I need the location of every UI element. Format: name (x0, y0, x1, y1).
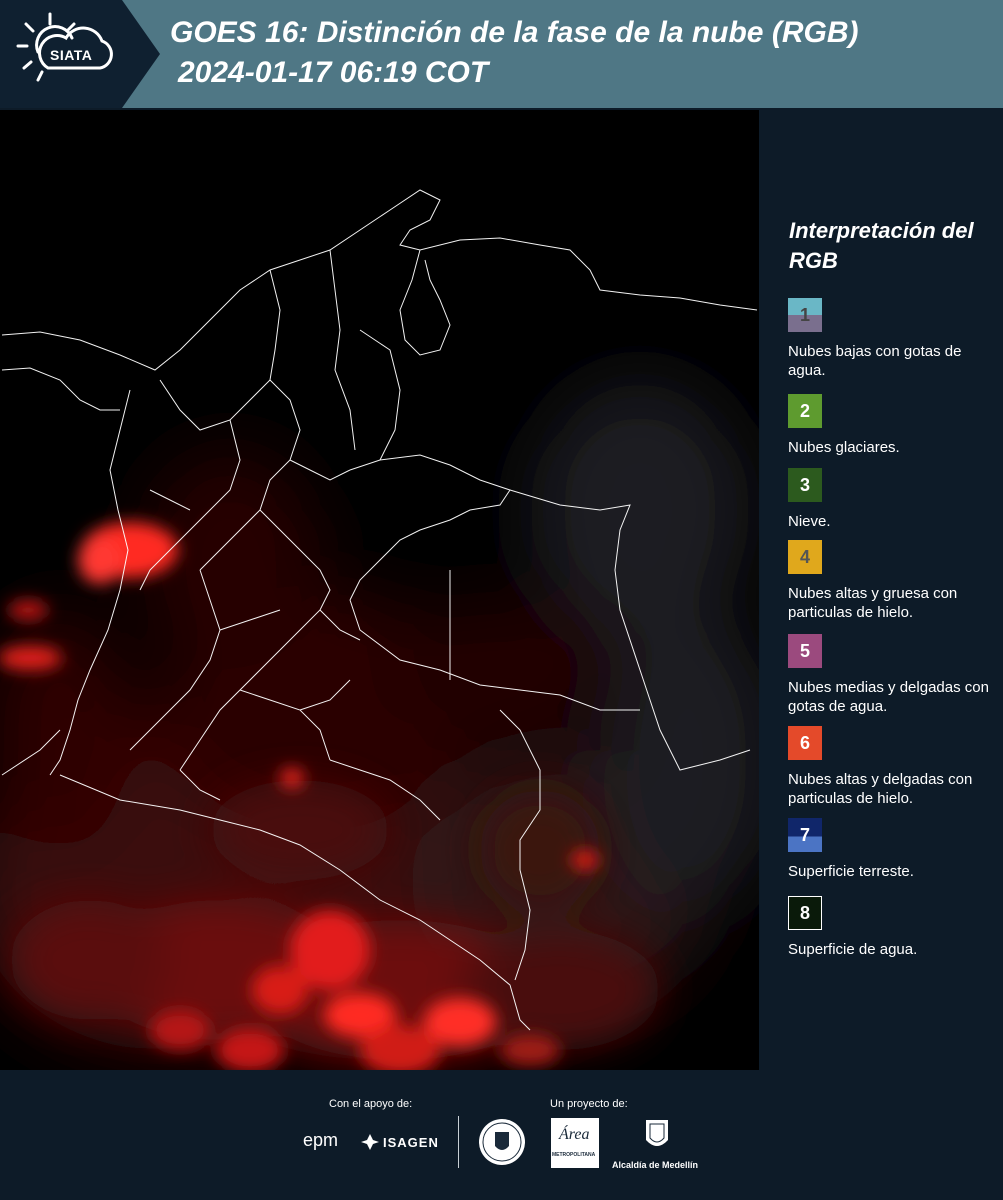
legend-swatch-5: 5 (788, 634, 822, 668)
project-label: Un proyecto de: (550, 1098, 628, 1110)
isagen-logo: ISAGEN (360, 1132, 439, 1152)
legend-swatch-8: 8 (788, 896, 822, 930)
legend-title: Interpretación del RGB (789, 218, 974, 273)
area-logo-text: Área (559, 1126, 590, 1143)
area-logo-subtext: METROPOLITANA (552, 1152, 596, 1158)
legend-number-1: 1 (799, 304, 810, 325)
footer-divider (458, 1116, 459, 1168)
legend-number-3: 3 (799, 474, 810, 495)
legend-item-7: 7 Superficie terreste. (788, 818, 998, 881)
legend-panel: Interpretación del RGB 1 Nubes bajas con… (762, 110, 1003, 1070)
page-timestamp: 2024-01-17 06:19 COT (178, 56, 489, 89)
area-metropolitana-logo: Área METROPOLITANA (551, 1118, 599, 1168)
legend-swatch-4: 4 (788, 540, 822, 574)
legend-label-1: Nubes bajas con gotas de agua. (788, 343, 962, 379)
legend-number-5: 5 (799, 640, 810, 661)
legend-label-3: Nieve. (788, 513, 831, 530)
epm-logo-text: epm (303, 1130, 339, 1150)
legend-number-2: 2 (799, 400, 810, 421)
legend-number-8: 8 (799, 902, 810, 923)
seal-logo (479, 1119, 525, 1165)
legend-number-4: 4 (799, 546, 810, 567)
epm-logo: epm (303, 1130, 338, 1151)
legend-item-2: 2 Nubes glaciares. (788, 394, 998, 457)
legend-item-6: 6 Nubes altas y delgadas con particulas … (788, 726, 998, 808)
legend-number-7: 7 (799, 824, 810, 845)
legend-label-8: Superficie de agua. (788, 941, 918, 958)
legend-swatch-2: 2 (788, 394, 822, 428)
header-bar: SIATA GOES 16: Distinción de la fase de … (0, 0, 1003, 108)
legend-swatch-1: 1 (788, 298, 822, 332)
isagen-logo-text: ISAGEN (383, 1134, 439, 1150)
support-label: Con el apoyo de: (329, 1098, 413, 1110)
legend-label-5: Nubes medias y delgadas con gotas de agu… (788, 679, 989, 715)
rgb-composite-image (0, 110, 759, 1070)
satellite-map (0, 110, 759, 1070)
legend-item-4: 4 Nubes altas y gruesa con particulas de… (788, 540, 998, 622)
isagen-icon (361, 1134, 379, 1150)
legend-item-3: 3 Nieve. (788, 468, 998, 531)
legend-item-1: 1 Nubes bajas con gotas de agua. (788, 298, 998, 380)
alcaldia-logo-text: Alcaldía de Medellín (612, 1160, 699, 1170)
footer: Con el apoyo de: Un proyecto de: epm ISA… (0, 1070, 1003, 1200)
page-title: GOES 16: Distinción de la fase de la nub… (170, 16, 859, 49)
legend-item-8: 8 Superficie de agua. (788, 896, 998, 959)
legend-swatch-6: 6 (788, 726, 822, 760)
legend-swatch-3: 3 (788, 468, 822, 502)
legend-number-6: 6 (799, 732, 810, 753)
logo-text: SIATA (50, 47, 93, 63)
siata-logo: SIATA (0, 0, 160, 108)
legend-swatch-7: 7 (788, 818, 822, 852)
legend-label-7: Superficie terreste. (788, 863, 914, 880)
legend-label-2: Nubes glaciares. (788, 439, 900, 456)
legend-label-4: Nubes altas y gruesa con particulas de h… (788, 585, 958, 621)
legend-label-6: Nubes altas y delgadas con particulas de… (788, 771, 973, 807)
alcaldia-shield-icon (646, 1120, 668, 1146)
legend-item-5: 5 Nubes medias y delgadas con gotas de a… (788, 634, 998, 716)
